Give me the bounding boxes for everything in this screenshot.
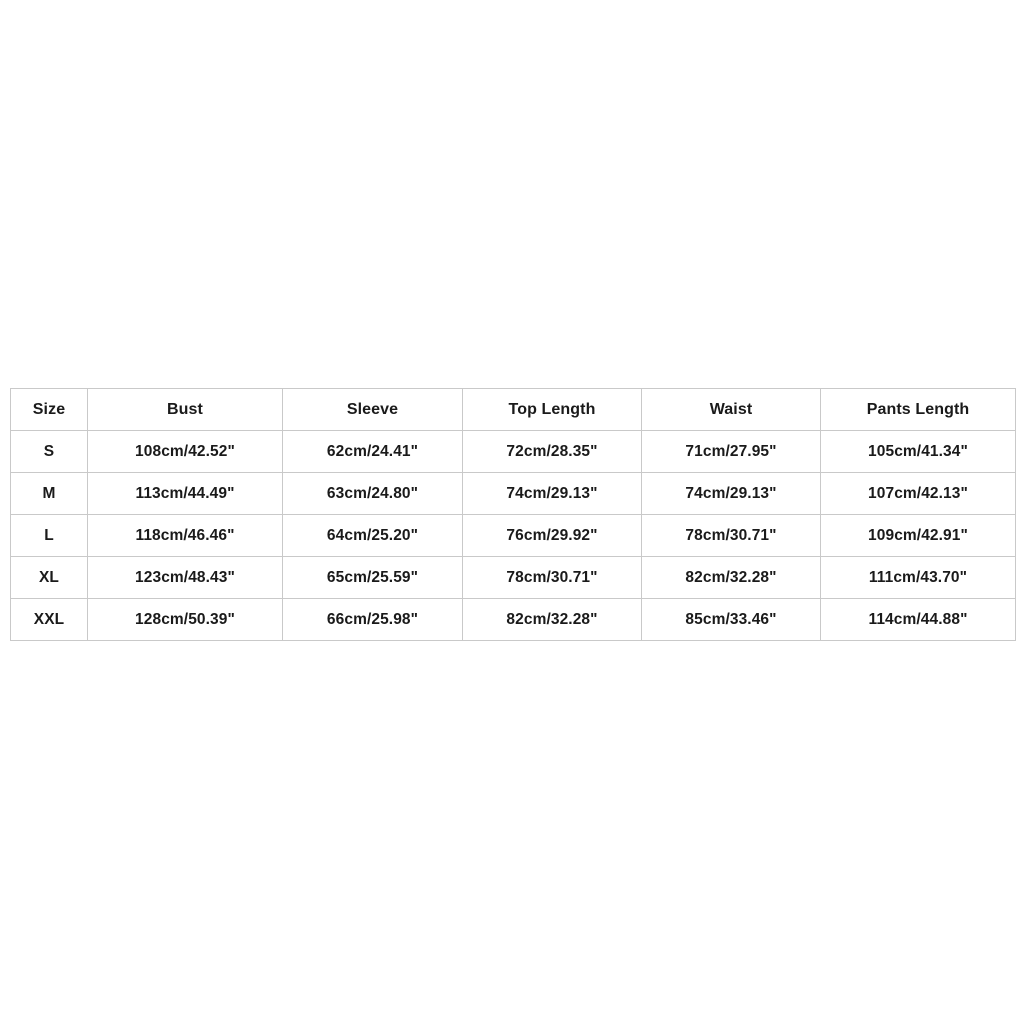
cell-top-length: 72cm/28.35" <box>462 430 642 473</box>
size-chart-body: S 108cm/42.52" 62cm/24.41" 72cm/28.35" 7… <box>10 430 1016 641</box>
column-header-top-length: Top Length <box>462 388 642 431</box>
column-header-pants-length: Pants Length <box>820 388 1016 431</box>
cell-top-length: 82cm/32.28" <box>462 598 642 641</box>
size-chart-table: Size Bust Sleeve Top Length Waist Pants … <box>10 388 1016 641</box>
table-row: L 118cm/46.46" 64cm/25.20" 76cm/29.92" 7… <box>10 514 1016 557</box>
cell-waist: 74cm/29.13" <box>641 472 821 515</box>
column-header-bust: Bust <box>87 388 283 431</box>
cell-size: S <box>10 430 88 473</box>
cell-waist: 71cm/27.95" <box>641 430 821 473</box>
cell-sleeve: 65cm/25.59" <box>282 556 463 599</box>
cell-sleeve: 64cm/25.20" <box>282 514 463 557</box>
cell-bust: 123cm/48.43" <box>87 556 283 599</box>
cell-bust: 128cm/50.39" <box>87 598 283 641</box>
cell-pants-length: 109cm/42.91" <box>820 514 1016 557</box>
table-row: M 113cm/44.49" 63cm/24.80" 74cm/29.13" 7… <box>10 472 1016 515</box>
table-header-row: Size Bust Sleeve Top Length Waist Pants … <box>10 388 1016 431</box>
cell-bust: 118cm/46.46" <box>87 514 283 557</box>
cell-waist: 78cm/30.71" <box>641 514 821 557</box>
cell-top-length: 78cm/30.71" <box>462 556 642 599</box>
table-row: XL 123cm/48.43" 65cm/25.59" 78cm/30.71" … <box>10 556 1016 599</box>
cell-sleeve: 62cm/24.41" <box>282 430 463 473</box>
table-row: XXL 128cm/50.39" 66cm/25.98" 82cm/32.28"… <box>10 598 1016 641</box>
cell-waist: 85cm/33.46" <box>641 598 821 641</box>
cell-pants-length: 111cm/43.70" <box>820 556 1016 599</box>
cell-sleeve: 63cm/24.80" <box>282 472 463 515</box>
cell-pants-length: 107cm/42.13" <box>820 472 1016 515</box>
cell-size: M <box>10 472 88 515</box>
cell-size: XL <box>10 556 88 599</box>
size-chart-container: Size Bust Sleeve Top Length Waist Pants … <box>10 388 1016 641</box>
cell-top-length: 74cm/29.13" <box>462 472 642 515</box>
column-header-sleeve: Sleeve <box>282 388 463 431</box>
cell-sleeve: 66cm/25.98" <box>282 598 463 641</box>
cell-pants-length: 114cm/44.88" <box>820 598 1016 641</box>
cell-pants-length: 105cm/41.34" <box>820 430 1016 473</box>
cell-top-length: 76cm/29.92" <box>462 514 642 557</box>
table-row: S 108cm/42.52" 62cm/24.41" 72cm/28.35" 7… <box>10 430 1016 473</box>
column-header-size: Size <box>10 388 88 431</box>
column-header-waist: Waist <box>641 388 821 431</box>
cell-size: XXL <box>10 598 88 641</box>
cell-bust: 113cm/44.49" <box>87 472 283 515</box>
cell-waist: 82cm/32.28" <box>641 556 821 599</box>
cell-size: L <box>10 514 88 557</box>
size-chart-header: Size Bust Sleeve Top Length Waist Pants … <box>10 388 1016 431</box>
cell-bust: 108cm/42.52" <box>87 430 283 473</box>
